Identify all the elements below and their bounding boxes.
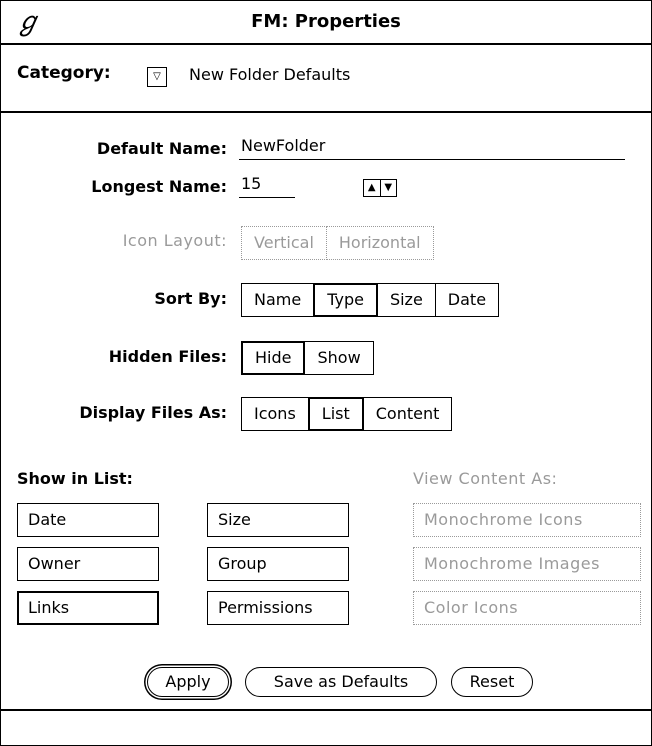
window-title: FM: Properties <box>251 11 401 32</box>
display-icons-option[interactable]: Icons <box>241 397 309 431</box>
category-row: Category: ▽ New Folder Defaults <box>1 45 651 113</box>
category-menu-button[interactable]: ▽ <box>147 67 167 87</box>
sort-type-option[interactable]: Type <box>313 283 378 317</box>
icon-layout-label: Icon Layout: <box>122 231 227 250</box>
hidden-files-choice: Hide Show <box>241 341 374 375</box>
show-links-toggle[interactable]: Links <box>17 591 159 625</box>
footer-area <box>1 711 651 745</box>
hidden-files-label: Hidden Files: <box>108 347 227 366</box>
monochrome-icons-option: Monochrome Icons <box>413 503 641 537</box>
longest-name-input[interactable]: 15 <box>239 173 295 198</box>
category-label: Category: <box>17 63 111 83</box>
longest-name-stepper[interactable]: ▲ ▼ <box>363 179 397 197</box>
hide-option[interactable]: Hide <box>241 341 306 375</box>
sort-by-label: Sort By: <box>154 289 227 308</box>
default-name-label: Default Name: <box>96 139 227 158</box>
show-permissions-toggle[interactable]: Permissions <box>207 591 349 625</box>
apply-button[interactable]: Apply <box>147 667 229 697</box>
monochrome-images-option: Monochrome Images <box>413 547 641 581</box>
reset-button[interactable]: Reset <box>451 667 533 697</box>
view-content-label: View Content As: <box>413 469 558 488</box>
new-folder-defaults-panel: Default Name: NewFolder Longest Name: 15… <box>1 113 651 711</box>
show-group-toggle[interactable]: Group <box>207 547 349 581</box>
show-in-list-label: Show in List: <box>17 469 133 488</box>
default-name-input[interactable]: NewFolder <box>239 135 625 160</box>
category-value: New Folder Defaults <box>189 65 351 84</box>
display-as-choice: Icons List Content <box>241 397 453 431</box>
sort-name-option[interactable]: Name <box>241 283 315 317</box>
sort-size-option[interactable]: Size <box>376 283 436 317</box>
display-as-label: Display Files As: <box>79 403 227 422</box>
icon-layout-horizontal: Horizontal <box>325 226 434 260</box>
display-content-option[interactable]: Content <box>362 397 453 431</box>
display-list-option[interactable]: List <box>307 397 364 431</box>
show-option[interactable]: Show <box>304 341 374 375</box>
show-owner-toggle[interactable]: Owner <box>17 547 159 581</box>
properties-window: ℊ FM: Properties Category: ▽ New Folder … <box>0 0 652 746</box>
show-size-toggle[interactable]: Size <box>207 503 349 537</box>
decrement-icon[interactable]: ▼ <box>379 180 397 196</box>
icon-layout-choice: Vertical Horizontal <box>241 226 434 260</box>
title-bar[interactable]: ℊ FM: Properties <box>1 1 651 45</box>
sort-date-option[interactable]: Date <box>434 283 500 317</box>
increment-icon[interactable]: ▲ <box>364 180 380 196</box>
icon-layout-vertical: Vertical <box>241 226 327 260</box>
sort-by-choice: Name Type Size Date <box>241 283 500 317</box>
color-icons-option: Color Icons <box>413 591 641 625</box>
save-as-defaults-button[interactable]: Save as Defaults <box>245 667 437 697</box>
longest-name-label: Longest Name: <box>91 177 227 196</box>
show-date-toggle[interactable]: Date <box>17 503 159 537</box>
